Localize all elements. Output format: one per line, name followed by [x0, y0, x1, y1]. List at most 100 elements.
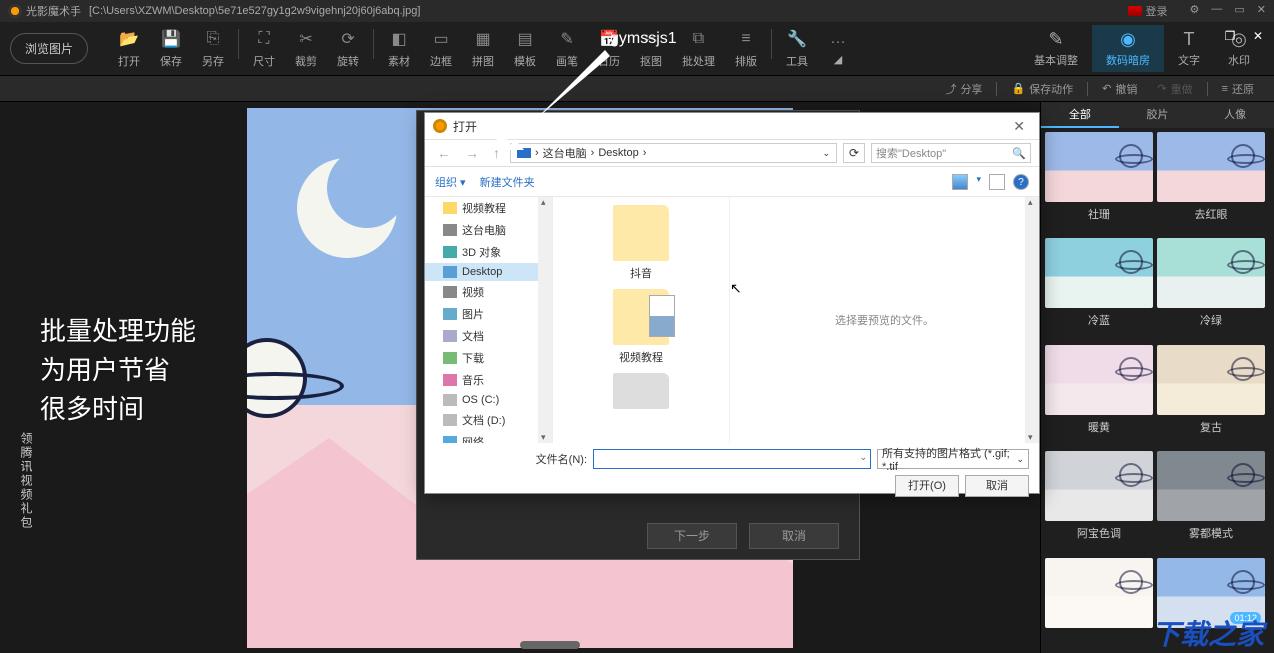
- filename-input[interactable]: [593, 449, 871, 469]
- dialog-nav: ← → ↑ › 这台电脑 › Desktop › ⌄ ⟳ 搜索"Desktop"…: [425, 139, 1039, 167]
- tree-item-下载[interactable]: 下载: [425, 347, 552, 369]
- right-tool-文字[interactable]: T文字: [1164, 25, 1214, 72]
- tool-排版[interactable]: ≡排版: [735, 29, 757, 69]
- tree-item-网络[interactable]: 网络: [425, 431, 552, 443]
- tool-尺寸[interactable]: ⛶尺寸: [253, 29, 275, 69]
- thumb-社珊[interactable]: 社珊: [1045, 132, 1153, 234]
- overlay-restore-icon[interactable]: ❐: [1218, 26, 1242, 46]
- restore-button[interactable]: ≡ 还原: [1222, 81, 1254, 97]
- tool-label: 抠图: [640, 53, 662, 69]
- undo-button[interactable]: ↶ 撤销: [1102, 81, 1137, 97]
- tool-label: 保存: [160, 53, 182, 69]
- share-button[interactable]: ⤴ 分享: [945, 81, 982, 97]
- tree-item-音乐[interactable]: 音乐: [425, 369, 552, 391]
- tool-more[interactable]: …◢: [828, 29, 848, 69]
- help-icon[interactable]: ?: [1013, 174, 1029, 190]
- tree-icon: [443, 202, 457, 214]
- tool-素材[interactable]: ◧素材: [388, 29, 410, 69]
- thumb-冷蓝[interactable]: 冷蓝: [1045, 238, 1153, 340]
- up-arrow-icon[interactable]: ↑: [489, 145, 504, 161]
- tool-label: 素材: [388, 53, 410, 69]
- thumb-image: [1157, 238, 1265, 308]
- open-dialog: 打开 ✕ ← → ↑ › 这台电脑 › Desktop › ⌄ ⟳ 搜索"Des…: [424, 112, 1040, 494]
- cursor-icon: ↖: [730, 280, 742, 297]
- filter-select[interactable]: 所有支持的图片格式 (*.gif; *.tif⌄: [877, 449, 1029, 469]
- overlay-text: 批量处理功能 为用户节省 很多时间: [40, 312, 196, 429]
- file-item-抖音[interactable]: 抖音: [561, 205, 721, 281]
- tree-item-Desktop[interactable]: Desktop: [425, 263, 552, 281]
- open-button[interactable]: 打开(O): [895, 475, 959, 497]
- tool-批处理[interactable]: ⧉批处理: [682, 29, 715, 69]
- tree-item-OS (C:)[interactable]: OS (C:): [425, 391, 552, 409]
- cancel-button[interactable]: 取消: [965, 475, 1029, 497]
- tool-裁剪[interactable]: ✂裁剪: [295, 29, 317, 69]
- tool-画笔[interactable]: ✎画笔: [556, 29, 578, 69]
- files-scrollbar[interactable]: [1025, 197, 1039, 443]
- tool-打开[interactable]: 📂打开: [118, 29, 140, 69]
- tool-边框[interactable]: ▭边框: [430, 29, 452, 69]
- browse-button[interactable]: 浏览图片: [10, 33, 88, 64]
- overlay-close-icon[interactable]: ✕: [1246, 26, 1270, 46]
- path-bar[interactable]: › 这台电脑 › Desktop › ⌄: [510, 143, 837, 163]
- right-tool-数码暗房[interactable]: ◉数码暗房: [1092, 25, 1164, 72]
- thumb-冷绿[interactable]: 冷绿: [1157, 238, 1265, 340]
- thumb-item[interactable]: [1045, 558, 1153, 644]
- file-item-视频教程[interactable]: 视频教程: [561, 289, 721, 365]
- minimize-icon[interactable]: —: [1211, 3, 1222, 19]
- tool-模板[interactable]: ▤模板: [514, 29, 536, 69]
- dialog-toolbar: 组织 ▾ 新建文件夹 ▾ ?: [425, 167, 1039, 197]
- login-button[interactable]: 登录: [1128, 3, 1168, 19]
- overlay-window-controls: ❐ ✕: [1218, 26, 1270, 46]
- thumb-雾都模式[interactable]: 雾都模式: [1157, 451, 1265, 553]
- thumb-image: [1045, 558, 1153, 628]
- maximize-icon[interactable]: ▭: [1234, 3, 1244, 19]
- tree-item-图片[interactable]: 图片: [425, 303, 552, 325]
- dialog-close-button[interactable]: ✕: [1007, 118, 1031, 135]
- thumb-复古[interactable]: 复古: [1157, 345, 1265, 447]
- file-area: 抖音视频教程 选择要预览的文件。: [553, 197, 1039, 443]
- forward-arrow-icon: →: [461, 145, 483, 161]
- tree-item-视频[interactable]: 视频: [425, 281, 552, 303]
- titlebar: 光影魔术手 [C:\Users\XZWM\Desktop\5e71e527gy1…: [0, 0, 1274, 22]
- tab-胶片[interactable]: 胶片: [1119, 102, 1197, 128]
- back-arrow-icon[interactable]: ←: [433, 145, 455, 161]
- tab-全部[interactable]: 全部: [1041, 102, 1119, 128]
- tree-item-文档 (D:)[interactable]: 文档 (D:): [425, 409, 552, 431]
- right-tool-基本调整[interactable]: ✎基本调整: [1020, 25, 1092, 72]
- side-promo-text[interactable]: 领腾讯视频礼包: [18, 432, 35, 530]
- thumb-暖黄[interactable]: 暖黄: [1045, 345, 1153, 447]
- right-tabs: 全部胶片人像: [1041, 102, 1274, 128]
- filename-dropdown-icon[interactable]: ⌄: [859, 452, 867, 463]
- preview-pane-button[interactable]: [989, 174, 1005, 190]
- settings-icon[interactable]: ⚙: [1190, 3, 1200, 19]
- tab-人像[interactable]: 人像: [1196, 102, 1274, 128]
- thumb-image: [1157, 345, 1265, 415]
- tool-另存[interactable]: ⎘另存: [202, 29, 224, 69]
- tool-保存[interactable]: 💾保存: [160, 29, 182, 69]
- save-action-button[interactable]: 🔒 保存动作: [1011, 81, 1073, 97]
- tool-工具[interactable]: 🔧工具: [786, 29, 808, 69]
- dialog-titlebar: 打开 ✕: [425, 113, 1039, 139]
- tree-item-文档[interactable]: 文档: [425, 325, 552, 347]
- tree-item-视频教程[interactable]: 视频教程: [425, 197, 552, 219]
- search-input[interactable]: 搜索"Desktop" 🔍: [871, 143, 1031, 163]
- tree-item-这台电脑[interactable]: 这台电脑: [425, 219, 552, 241]
- horizontal-scrollbar[interactable]: [520, 641, 580, 649]
- next-step-button[interactable]: 下一步: [647, 523, 737, 549]
- view-mode-button[interactable]: [952, 174, 968, 190]
- thumb-去红眼[interactable]: 去红眼: [1157, 132, 1265, 234]
- tree-label: OS (C:): [462, 394, 499, 406]
- tool-拼图[interactable]: ▦拼图: [472, 29, 494, 69]
- new-folder-button[interactable]: 新建文件夹: [480, 174, 535, 190]
- tree-icon: [443, 330, 457, 342]
- organize-button[interactable]: 组织 ▾: [435, 174, 466, 190]
- tool-label: 日历: [598, 53, 620, 69]
- thumb-阿宝色调[interactable]: 阿宝色调: [1045, 451, 1153, 553]
- tree-item-3D 对象[interactable]: 3D 对象: [425, 241, 552, 263]
- refresh-button[interactable]: ⟳: [843, 143, 865, 163]
- close-icon[interactable]: ✕: [1257, 3, 1266, 19]
- tool-旋转[interactable]: ⟳旋转: [337, 29, 359, 69]
- under-cancel-button[interactable]: 取消: [749, 523, 839, 549]
- tool-icon: ▤: [515, 29, 535, 49]
- tree-scrollbar[interactable]: [538, 197, 552, 443]
